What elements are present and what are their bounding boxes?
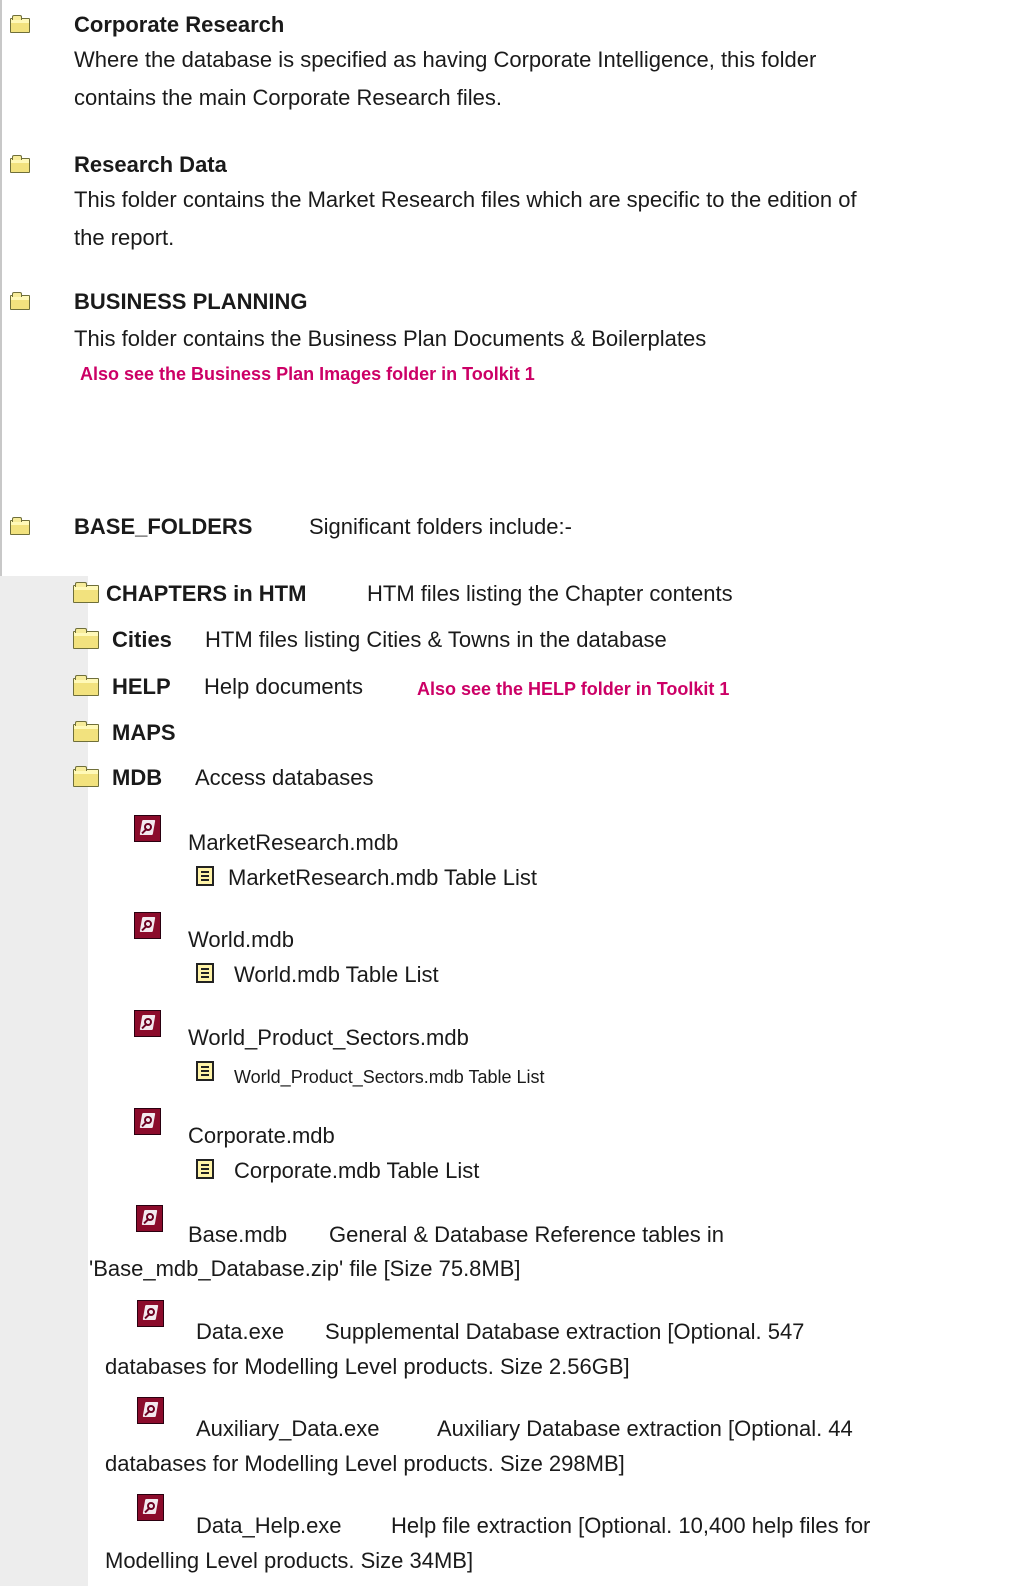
access-database-icon — [134, 1108, 161, 1135]
table-list-link[interactable]: World_Product_Sectors.mdb Table List — [234, 1060, 545, 1094]
folder-icon — [10, 15, 30, 33]
document-icon — [196, 866, 214, 886]
access-database-icon — [134, 1010, 161, 1037]
section-desc: This folder contains the Business Plan D… — [74, 326, 707, 351]
section-title-business-planning[interactable]: BUSINESS PLANNING — [74, 285, 307, 319]
subfolder-desc: HTM files listing the Chapter contents — [367, 581, 733, 606]
help-toolkit-note-link[interactable]: Also see the HELP folder in Toolkit 1 — [417, 672, 729, 706]
extra-link-data-exe[interactable]: Data.exe — [196, 1315, 284, 1349]
folder-icon — [73, 582, 99, 603]
document-icon — [196, 1159, 214, 1179]
extra-desc: Supplemental Database extraction [Option… — [325, 1319, 805, 1344]
access-database-icon — [137, 1397, 164, 1424]
folder-icon — [10, 155, 30, 173]
table-list-link[interactable]: World.mdb Table List — [234, 958, 439, 992]
document-icon — [196, 1061, 214, 1081]
folder-icon — [73, 766, 99, 787]
subfolder-maps[interactable]: MAPS — [112, 716, 176, 750]
section-title-base-folders[interactable]: BASE_FOLDERS — [74, 510, 252, 544]
section-desc: This folder contains the Market Research… — [74, 187, 857, 212]
document-icon — [196, 963, 214, 983]
folder-icon — [10, 517, 30, 535]
extra-desc: General & Database Reference tables in — [329, 1222, 725, 1247]
subfolder-cities[interactable]: Cities — [112, 623, 172, 657]
access-database-icon — [137, 1300, 164, 1327]
table-list-link[interactable]: Corporate.mdb Table List — [234, 1154, 479, 1188]
database-link-marketresearch[interactable]: MarketResearch.mdb — [188, 826, 398, 860]
database-link-world[interactable]: World.mdb — [188, 923, 294, 957]
section-desc: Significant folders include:- — [309, 514, 572, 539]
extra-link-auxiliary-data-exe[interactable]: Auxiliary_Data.exe — [196, 1412, 379, 1446]
extra-desc: 'Base_mdb_Database.zip' file [Size 75.8M… — [89, 1256, 521, 1281]
access-database-icon — [137, 1494, 164, 1521]
subfolder-desc: Help documents — [204, 674, 363, 699]
folder-icon — [73, 721, 99, 742]
extra-link-data-help-exe[interactable]: Data_Help.exe — [196, 1509, 342, 1543]
folder-icon — [73, 675, 99, 696]
extra-link-base-mdb[interactable]: Base.mdb — [188, 1218, 287, 1252]
extra-desc: Auxiliary Database extraction [Optional.… — [437, 1416, 853, 1441]
subfolder-chapters[interactable]: CHAPTERS in HTM — [106, 577, 306, 611]
subfolder-mdb[interactable]: MDB — [112, 761, 162, 795]
section-title-corporate-research[interactable]: Corporate Research — [74, 8, 284, 42]
folder-icon — [73, 628, 99, 649]
section-desc: the report. — [74, 225, 175, 250]
extra-desc: Modelling Level products. Size 34MB] — [105, 1548, 474, 1573]
table-list-link[interactable]: MarketResearch.mdb Table List — [228, 861, 537, 895]
subfolder-desc: HTM files listing Cities & Towns in the … — [205, 627, 667, 652]
extra-desc: databases for Modelling Level products. … — [105, 1354, 630, 1379]
section-title-research-data[interactable]: Research Data — [74, 148, 227, 182]
access-database-icon — [134, 815, 161, 842]
subfolder-help[interactable]: HELP — [112, 670, 171, 704]
folder-icon — [10, 292, 30, 310]
database-link-world-product-sectors[interactable]: World_Product_Sectors.mdb — [188, 1021, 469, 1055]
section-desc: contains the main Corporate Research fil… — [74, 85, 502, 110]
access-database-icon — [136, 1205, 163, 1232]
extra-desc: databases for Modelling Level products. … — [105, 1451, 625, 1476]
access-database-icon — [134, 912, 161, 939]
extra-desc: Help file extraction [Optional. 10,400 h… — [391, 1513, 871, 1538]
subfolder-desc: Access databases — [195, 765, 374, 790]
section-desc: Where the database is specified as havin… — [74, 47, 817, 72]
database-link-corporate[interactable]: Corporate.mdb — [188, 1119, 335, 1153]
toolkit-note-link[interactable]: Also see the Business Plan Images folder… — [80, 357, 535, 391]
